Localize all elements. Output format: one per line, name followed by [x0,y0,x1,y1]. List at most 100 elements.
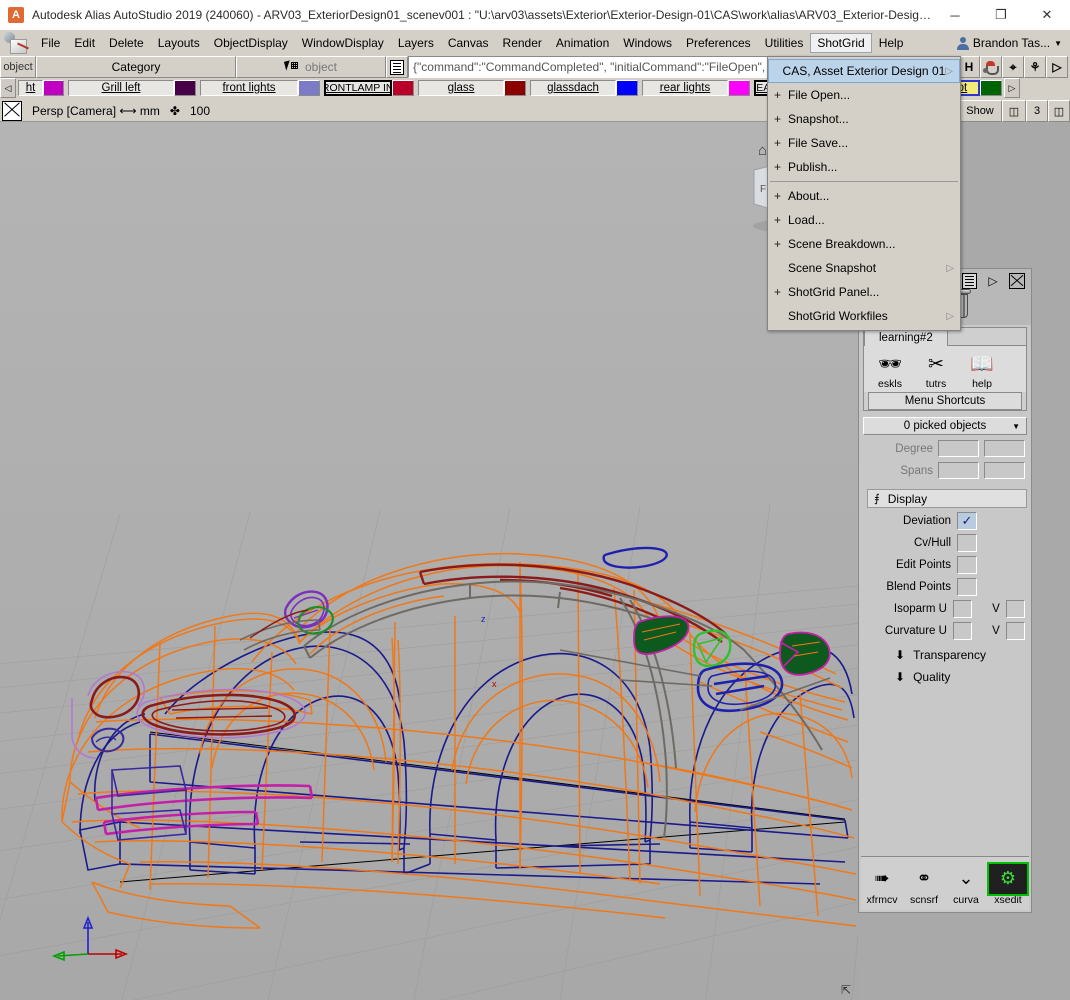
grid-toggle-button[interactable]: H [958,56,980,78]
layer-item[interactable]: FRONTLAMP INS [322,78,416,98]
menu-item-snapshot[interactable]: + Snapshot... [768,107,960,131]
deviation-checkbox[interactable]: ✓ [957,512,977,530]
menu-canvas[interactable]: Canvas [441,33,496,53]
blendpoints-checkbox[interactable] [957,578,977,596]
layer-color-swatch[interactable] [616,80,638,96]
layer-item[interactable]: ht [16,78,66,98]
menu-item-publish[interactable]: + Publish... [768,155,960,179]
play-icon[interactable]: ▷ [983,272,1003,289]
tool-label: scnsrf [909,893,938,906]
menu-windows[interactable]: Windows [616,33,679,53]
quality-row[interactable]: ⬇ Quality [895,670,1031,684]
menu-preferences[interactable]: Preferences [679,33,758,53]
menu-render[interactable]: Render [496,33,549,53]
menu-windowdisplay[interactable]: WindowDisplay [295,33,391,53]
snap-expand-arrow-icon[interactable]: ▷ [1046,56,1068,78]
control-panel: ▷ ▼ ▼ learning#2 🕶 eskls ✂ tut [858,268,1032,913]
menu-layouts[interactable]: Layouts [151,33,207,53]
list-icon[interactable] [959,272,979,289]
menu-item-scene-snapshot[interactable]: Scene Snapshot ▷ [768,256,960,280]
close-box-icon[interactable] [1007,272,1027,289]
layer-item[interactable]: rear lights [640,78,752,98]
degree-field-u[interactable] [938,440,979,457]
menu-item-load[interactable]: + Load... [768,208,960,232]
control-panel-icons: ▷ [959,272,1027,289]
menu-separator [770,181,958,182]
picked-objects-dropdown[interactable]: 0 picked objects ▼ [863,417,1027,435]
menu-item-shotgrid-panel[interactable]: + ShotGrid Panel... [768,280,960,304]
menu-item-scene-breakdown[interactable]: + Scene Breakdown... [768,232,960,256]
magnet-icon[interactable] [980,56,1002,78]
list-icon [390,59,404,75]
viewport-resize-corner-icon[interactable]: ⇱ [841,983,855,997]
menu-item-file-save[interactable]: + File Save... [768,131,960,155]
curvature-u-checkbox[interactable] [952,622,973,640]
menu-animation[interactable]: Animation [549,33,616,53]
spans-field-v[interactable] [984,462,1025,479]
corner-icon[interactable]: ◫ [1048,100,1070,122]
layer-item[interactable]: glassdach [528,78,640,98]
layer-color-swatch[interactable] [43,80,64,96]
layer-item[interactable]: glass [416,78,528,98]
shortcut-eskls[interactable]: 🕶 eskls [872,350,908,390]
menu-item-about[interactable]: + About... [768,184,960,208]
object-pick-field[interactable]: object [236,56,386,78]
prompt-history-button[interactable] [386,56,408,78]
curvature-v-checkbox[interactable] [1005,622,1025,640]
menu-item-shotgrid-workfiles[interactable]: ShotGrid Workfiles ▷ [768,304,960,328]
tool-curva[interactable]: ⌄ curva [947,864,985,906]
perspective-viewport[interactable]: z x ⌂ FRONT LEFT ⇱ [0,122,858,1000]
layer-color-swatch[interactable] [728,80,750,96]
show-button[interactable]: Show [958,100,1002,122]
layer-scroll-right-icon[interactable]: ▷ [1004,78,1020,98]
menu-item-file-open[interactable]: + File Open... [768,83,960,107]
display-section-header[interactable]: ⨎ Display [867,489,1027,508]
tool-label: xfrmcv [866,893,898,906]
menu-label: File Save... [788,136,849,150]
layer-color-swatch[interactable] [174,80,196,96]
spans-field-u[interactable] [938,462,979,479]
menu-layers[interactable]: Layers [391,33,441,53]
tool-xsedit[interactable]: ⚙ xsedit [987,861,1029,906]
editpoints-checkbox[interactable] [957,556,977,574]
menu-shotgrid[interactable]: ShotGrid [810,33,872,53]
menu-utilities[interactable]: Utilities [758,33,811,53]
menu-file[interactable]: File [34,33,67,53]
cvhull-checkbox[interactable] [957,534,977,552]
menu-shortcuts-button[interactable]: Menu Shortcuts [868,392,1022,410]
shotgrid-dropdown-menu: CAS, Asset Exterior Design 01 ▷ + File O… [767,56,961,331]
minimize-button[interactable]: ─ [932,0,978,30]
curve-snap-icon[interactable]: ⚘ [1024,56,1046,78]
layer-color-swatch[interactable] [504,80,526,96]
close-button[interactable]: ✕ [1024,0,1070,30]
layer-item[interactable]: Grill left [66,78,198,98]
tool-scnsrf[interactable]: ⚭ scnsrf [905,864,943,906]
menu-item-cas-asset[interactable]: CAS, Asset Exterior Design 01 ▷ [768,59,960,83]
layer-item[interactable]: front lights [198,78,322,98]
layer-color-swatch[interactable] [298,80,320,96]
isoparm-v-checkbox[interactable] [1005,600,1025,618]
ruler-icon[interactable]: ◫ [1002,100,1026,122]
grid-snap-icon[interactable]: ⌖ [1002,56,1024,78]
menu-objectdisplay[interactable]: ObjectDisplay [207,33,295,53]
shortcut-tutrs[interactable]: ✂ tutrs [918,350,954,391]
degree-field-v[interactable] [984,440,1025,457]
layer-color-swatch[interactable] [980,80,1002,96]
arrow-down-icon: ⬇ [895,670,906,684]
menu-edit[interactable]: Edit [67,33,102,53]
menu-delete[interactable]: Delete [102,33,151,53]
shortcut-help[interactable]: 📖 help [964,350,1000,390]
menu-help[interactable]: Help [872,33,911,53]
isoparm-u-checkbox[interactable] [952,600,973,618]
category-field[interactable]: Category [36,56,236,78]
submenu-arrow-icon: ▷ [946,310,954,322]
user-account[interactable]: Brandon Tas... ▼ [956,36,1070,50]
tool-xfrmcv[interactable]: ➠ xfrmcv [863,864,901,906]
viewport-close-icon[interactable] [2,100,22,121]
transparency-row[interactable]: ⬇ Transparency [895,648,1031,662]
layer-color-swatch[interactable] [392,80,414,96]
maximize-button[interactable]: ❐ [978,0,1024,30]
view-count-field[interactable]: 3 [1026,100,1048,122]
pin-icon: ⨎ [874,493,880,505]
layer-scroll-left-icon[interactable]: ◁ [0,78,16,98]
